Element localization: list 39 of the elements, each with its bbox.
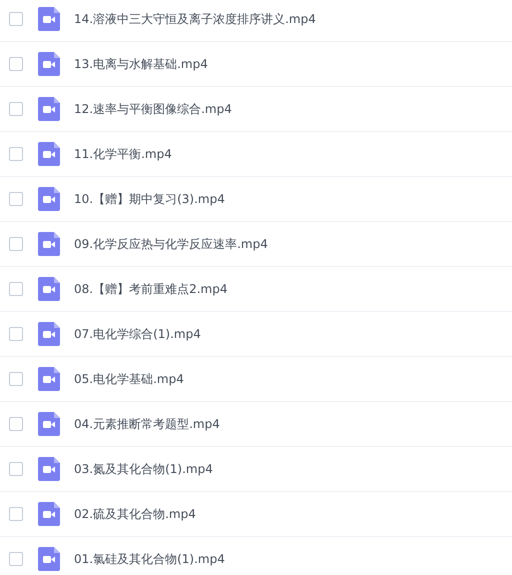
checkbox[interactable] bbox=[9, 417, 23, 431]
checkbox[interactable] bbox=[9, 12, 23, 26]
checkbox[interactable] bbox=[9, 57, 23, 71]
file-name[interactable]: 01.氯硅及其化合物(1).mp4 bbox=[74, 550, 225, 568]
video-file-icon bbox=[38, 412, 60, 436]
file-name[interactable]: 10.【赠】期中复习(3).mp4 bbox=[74, 190, 225, 208]
file-name[interactable]: 03.氮及其化合物(1).mp4 bbox=[74, 460, 213, 478]
video-file-icon bbox=[38, 97, 60, 121]
file-name[interactable]: 11.化学平衡.mp4 bbox=[74, 145, 172, 163]
checkbox[interactable] bbox=[9, 237, 23, 251]
checkbox[interactable] bbox=[9, 102, 23, 116]
video-file-icon bbox=[38, 502, 60, 526]
checkbox[interactable] bbox=[9, 372, 23, 386]
file-name[interactable]: 13.电离与水解基础.mp4 bbox=[74, 55, 208, 73]
file-name[interactable]: 04.元素推断常考题型.mp4 bbox=[74, 415, 220, 433]
checkbox[interactable] bbox=[9, 327, 23, 341]
file-name[interactable]: 07.电化学综合(1).mp4 bbox=[74, 325, 201, 343]
video-file-icon bbox=[38, 52, 60, 76]
checkbox[interactable] bbox=[9, 462, 23, 476]
file-name[interactable]: 09.化学反应热与化学反应速率.mp4 bbox=[74, 235, 268, 253]
video-file-icon bbox=[38, 7, 60, 31]
checkbox[interactable] bbox=[9, 552, 23, 566]
video-file-icon bbox=[38, 322, 60, 346]
video-file-icon bbox=[38, 187, 60, 211]
video-file-icon bbox=[38, 277, 60, 301]
file-name[interactable]: 14.溶液中三大守恒及离子浓度排序讲义.mp4 bbox=[74, 10, 316, 28]
video-file-icon bbox=[38, 547, 60, 571]
checkbox[interactable] bbox=[9, 507, 23, 521]
video-file-icon bbox=[38, 232, 60, 256]
video-file-icon bbox=[38, 367, 60, 391]
checkbox[interactable] bbox=[9, 282, 23, 296]
video-file-icon bbox=[38, 457, 60, 481]
video-file-icon bbox=[38, 142, 60, 166]
checkbox[interactable] bbox=[9, 147, 23, 161]
file-name[interactable]: 05.电化学基础.mp4 bbox=[74, 370, 184, 388]
file-name[interactable]: 08.【赠】考前重难点2.mp4 bbox=[74, 280, 228, 298]
file-name[interactable]: 12.速率与平衡图像综合.mp4 bbox=[74, 100, 232, 118]
file-name[interactable]: 02.硫及其化合物.mp4 bbox=[74, 505, 196, 523]
checkbox[interactable] bbox=[9, 192, 23, 206]
